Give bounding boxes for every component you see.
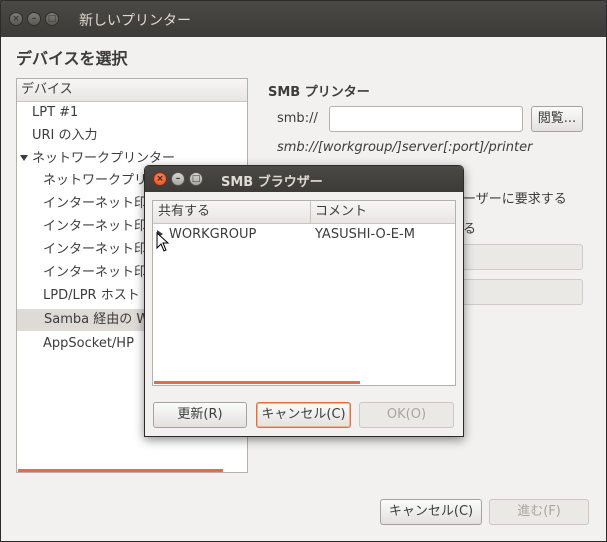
cancel-button[interactable]: キャンセル(C) <box>380 499 482 525</box>
device-item-internet-3[interactable]: インターネット印 <box>43 239 147 261</box>
device-list-header[interactable]: デバイス <box>17 79 247 102</box>
window-title: 新しいプリンター <box>79 13 191 29</box>
auth-option-partial-text: る <box>463 222 477 237</box>
page-title: デバイスを選択 <box>16 49 128 68</box>
dialog-maximize-icon[interactable]: □ <box>189 172 203 186</box>
refresh-button[interactable]: 更新(R) <box>153 402 247 428</box>
device-item-internet-4[interactable]: インターネット印 <box>43 262 147 284</box>
smb-format-hint: smb://[workgroup/]server[:port]/printer <box>277 140 533 155</box>
comment-column-header[interactable]: コメント <box>315 201 367 223</box>
username-field[interactable] <box>453 244 583 270</box>
dialog-titlebar[interactable]: × – □ SMB ブラウザー <box>145 166 463 192</box>
smb-section-title: SMB プリンター <box>268 85 370 100</box>
smb-browser-dialog: × – □ SMB ブラウザー 共有する コメント WORKGROUP YASU… <box>144 165 464 437</box>
device-item-lpd-lpr[interactable]: LPD/LPR ホスト <box>43 285 140 307</box>
password-field[interactable] <box>453 279 583 305</box>
auth-prompt-partial-text: ーザーに要求する <box>463 192 567 207</box>
ok-button[interactable]: OK(O) <box>359 402 454 428</box>
share-comment: YASUSHI-O-E-M <box>315 227 415 242</box>
window-minimize-icon[interactable]: – <box>27 12 41 26</box>
table-row[interactable]: WORKGROUP YASUSHI-O-E-M <box>153 224 455 252</box>
dialog-close-icon[interactable]: × <box>153 172 167 186</box>
share-list-scroll-indicator <box>154 381 360 384</box>
smb-uri-input[interactable] <box>329 106 523 132</box>
browse-button[interactable]: 閲覧... <box>531 106 583 132</box>
mouse-pointer-icon <box>156 232 170 252</box>
dialog-cancel-button[interactable]: キャンセル(C) <box>256 402 351 428</box>
device-item-internet-2[interactable]: インターネット印 <box>43 216 147 238</box>
device-item-label: ネットワークプリンター <box>32 151 176 166</box>
share-list[interactable]: 共有する コメント WORKGROUP YASUSHI-O-E-M <box>152 200 456 386</box>
window-titlebar[interactable]: × – □ 新しいプリンター <box>1 1 606 37</box>
window-maximize-icon[interactable]: □ <box>45 12 59 26</box>
expander-down-icon[interactable] <box>20 155 28 161</box>
dialog-minimize-icon[interactable]: – <box>171 172 185 186</box>
device-item-network-printer-child[interactable]: ネットワークプリ <box>43 170 147 192</box>
smb-uri-label: smb:// <box>277 111 318 126</box>
device-list-scroll-indicator <box>18 469 223 472</box>
device-item-uri[interactable]: URI の入力 <box>32 125 98 147</box>
share-column-header[interactable]: 共有する <box>153 201 311 223</box>
dialog-title: SMB ブラウザー <box>221 175 323 190</box>
share-list-header: 共有する コメント <box>153 201 455 224</box>
forward-button[interactable]: 進む(F) <box>489 499 589 525</box>
device-item-lpt1[interactable]: LPT #1 <box>32 102 78 124</box>
share-name: WORKGROUP <box>169 227 257 242</box>
window-close-icon[interactable]: × <box>9 12 23 26</box>
device-item-internet-1[interactable]: インターネット印 <box>43 193 147 215</box>
device-item-appsocket[interactable]: AppSocket/HP <box>43 333 134 355</box>
